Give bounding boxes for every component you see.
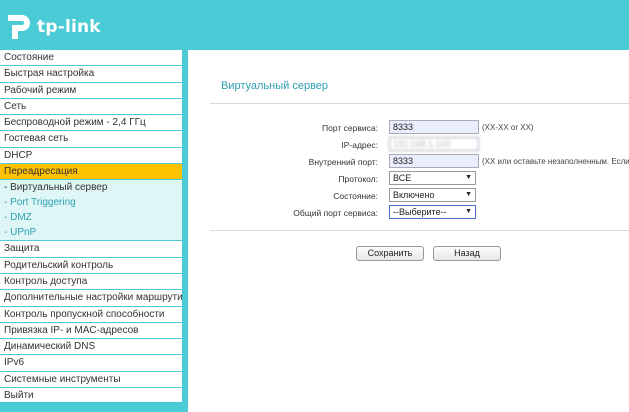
internal-port-row: Внутренний порт: 8333 (XX или оставьте н… <box>188 154 629 170</box>
submenu-item-upnp[interactable]: - UPnP <box>0 225 182 240</box>
submenu-forwarding: - Виртуальный сервер - Port Triggering - D… <box>0 180 182 242</box>
service-port-hint: (XX-XX or XX) <box>482 123 534 132</box>
common-port-label: Общий порт сервиса: <box>293 208 378 218</box>
sidebar-item-системные-инструменты[interactable]: Системные инструменты <box>0 372 182 389</box>
save-button[interactable]: Сохранить <box>356 246 424 261</box>
common-port-row: Общий порт сервиса: --Выберите-- ▼ <box>188 205 629 221</box>
status-select[interactable]: Включено ▼ <box>389 188 476 202</box>
divider <box>210 103 629 104</box>
protocol-value: ВСЕ <box>393 173 412 183</box>
sidebar-item-быстрая-настройка[interactable]: Быстрая настройка <box>0 66 182 83</box>
sidebar-item-беспроводной-режим-2-4-ггц[interactable]: Беспроводной режим - 2,4 ГГц <box>0 115 182 132</box>
submenu-item-dmz[interactable]: - DMZ <box>0 210 182 225</box>
sidebar-item-dhcp[interactable]: DHCP <box>0 148 182 165</box>
ip-address-input[interactable]: 192.168.1.100 <box>389 137 479 151</box>
sidebar-item-рабочий-режим[interactable]: Рабочий режим <box>0 83 182 99</box>
ip-address-label: IP-адрес: <box>341 140 378 150</box>
status-value: Включено <box>393 190 435 200</box>
sidebar-menu: Состояние Быстрая настройка Рабочий режим С… <box>0 50 184 405</box>
sidebar-item-состояние[interactable]: Состояние <box>0 50 182 67</box>
service-port-row: Порт сервиса: 8333 (XX-XX or XX) <box>188 120 629 136</box>
header-bar: tp-link <box>0 0 629 50</box>
submenu-item-port-triggering[interactable]: - Port Triggering <box>0 195 182 210</box>
common-port-value: --Выберите-- <box>393 207 447 217</box>
service-port-input[interactable]: 8333 <box>389 120 479 134</box>
status-row: Состояние: Включено ▼ <box>188 188 629 204</box>
protocol-row: Протокол: ВСЕ ▼ <box>188 171 629 187</box>
status-label: Состояние: <box>333 191 378 201</box>
dropdown-arrow-icon: ▼ <box>465 174 472 181</box>
internal-port-hint: (XX или оставьте незаполненным. Если п <box>482 157 629 166</box>
sidebar-item-привязка-ip-и-mac-адресов[interactable]: Привязка IP- и MAC-адресов <box>0 323 182 340</box>
dropdown-arrow-icon: ▼ <box>465 208 472 215</box>
brand-name: tp-link <box>37 17 101 37</box>
sidebar-item-выйти[interactable]: Выйти <box>0 388 182 405</box>
divider <box>210 230 629 231</box>
internal-port-input[interactable]: 8333 <box>389 154 479 168</box>
sidebar-item-контроль-доступа[interactable]: Контроль доступа <box>0 274 182 291</box>
sidebar-item-дополнительные-настройки-маршрутизации[interactable]: Дополнительные настройки маршрутизации <box>0 290 182 307</box>
ip-address-row: IP-адрес: 192.168.1.100 <box>188 137 629 153</box>
submenu-item-виртуальный-сервер[interactable]: - Виртуальный сервер <box>0 180 182 195</box>
sidebar-item-сеть[interactable]: Сеть <box>0 99 182 116</box>
protocol-select[interactable]: ВСЕ ▼ <box>389 171 476 185</box>
protocol-label: Протокол: <box>338 174 378 184</box>
sidebar-item-динамический-dns[interactable]: Динамический DNS <box>0 339 182 356</box>
sidebar-item-контроль-пропускной-способности[interactable]: Контроль пропускной способности <box>0 307 182 323</box>
internal-port-label: Внутренний порт: <box>308 157 378 167</box>
tp-link-logo-icon <box>8 15 30 39</box>
page-title: Виртуальный сервер <box>221 80 329 92</box>
main-panel: Виртуальный сервер Порт сервиса: 8333 (X… <box>188 50 629 412</box>
sidebar-item-гостевая-сеть[interactable]: Гостевая сеть <box>0 131 182 148</box>
sidebar-item-родительский-контроль[interactable]: Родительский контроль <box>0 258 182 274</box>
back-button[interactable]: Назад <box>433 246 501 261</box>
dropdown-arrow-icon: ▼ <box>465 191 472 198</box>
sidebar-item-защита[interactable]: Защита <box>0 241 182 258</box>
service-port-label: Порт сервиса: <box>322 123 378 133</box>
sidebar-item-ipv6[interactable]: IPv6 <box>0 355 182 372</box>
common-port-select[interactable]: --Выберите-- ▼ <box>389 205 476 219</box>
sidebar-item-переадресация[interactable]: Переадресация <box>0 164 182 181</box>
brand-logo[interactable]: tp-link <box>6 12 101 42</box>
